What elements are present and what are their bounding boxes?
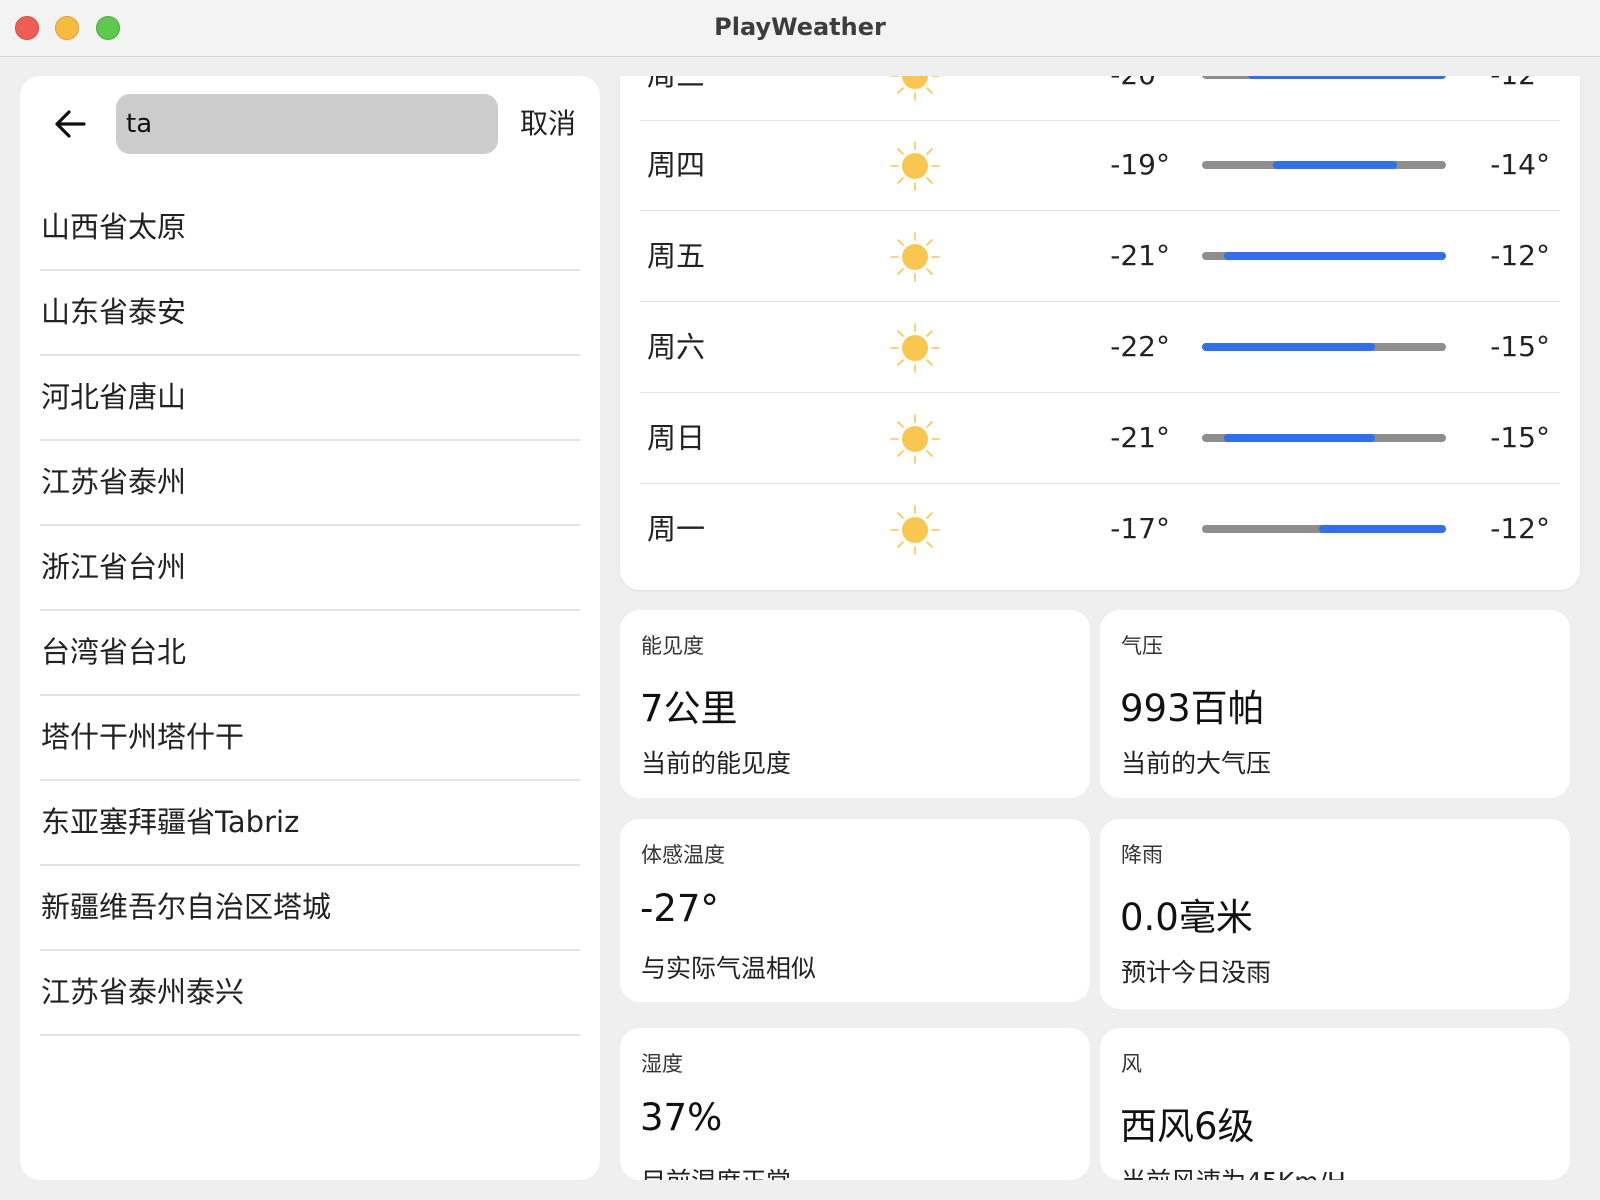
tile-value: -27° <box>640 887 719 930</box>
tile-description: 当前风速为45Km/H <box>1121 1162 1346 1180</box>
daily-forecast-card[interactable]: 周三 -20° -12° 周四 -19° -14° 周五 -21° -12° 周… <box>620 76 1580 590</box>
day-name: 周一 <box>647 512 706 546</box>
forecast-row: 周三 -20° -12° <box>640 76 1560 121</box>
tile-value: 0.0毫米 <box>1120 896 1253 939</box>
city-search-panel: 取消 山西省太原 山东省泰安 河北省唐山 江苏省泰州 浙江省台州 台湾省台北 塔… <box>20 76 600 1180</box>
tile-value: 993百帕 <box>1120 687 1265 730</box>
day-name: 周四 <box>647 148 706 182</box>
temp-range-bar <box>1202 525 1446 533</box>
low-temp: -17° <box>1110 512 1170 545</box>
day-name: 周日 <box>647 421 706 455</box>
sun-icon <box>890 76 940 101</box>
temp-range-fill <box>1223 434 1376 442</box>
low-temp: -22° <box>1110 330 1170 363</box>
app-window: PlayWeather 取消 山西省太原 山东省泰安 河北省唐山 江苏省泰州 浙… <box>0 0 1600 1200</box>
tile-label: 湿度 <box>641 1052 683 1076</box>
cancel-button[interactable]: 取消 <box>520 98 576 150</box>
search-result-item[interactable]: 河北省唐山 <box>40 356 580 441</box>
day-name: 周六 <box>647 330 706 364</box>
search-result-item[interactable]: 塔什干州塔什干 <box>40 696 580 781</box>
window-title: PlayWeather <box>714 13 886 41</box>
pressure-tile: 气压 993百帕 当前的大气压 <box>1100 610 1570 798</box>
search-result-item[interactable]: 新疆维吾尔自治区塔城 <box>40 866 580 951</box>
tile-value: 西风6级 <box>1120 1105 1255 1148</box>
tile-label: 能见度 <box>641 634 704 658</box>
tile-description: 当前的能见度 <box>641 749 792 778</box>
tile-label: 风 <box>1121 1052 1142 1076</box>
tile-value: 7公里 <box>640 687 738 730</box>
temp-range-bar <box>1202 343 1446 351</box>
forecast-row: 周四 -19° -14° <box>640 120 1560 211</box>
high-temp: -15° <box>1490 421 1550 454</box>
day-name: 周五 <box>647 239 706 273</box>
temp-range-fill <box>1272 161 1398 169</box>
temp-range-bar <box>1202 252 1446 260</box>
forecast-row: 周六 -22° -15° <box>640 302 1560 393</box>
temp-range-fill <box>1319 525 1446 533</box>
tile-label: 降雨 <box>1121 843 1163 867</box>
temp-range-bar <box>1202 161 1446 169</box>
back-button[interactable] <box>46 100 94 148</box>
temp-range-fill <box>1223 252 1446 260</box>
low-temp: -20° <box>1110 76 1170 120</box>
low-temp: -21° <box>1110 421 1170 454</box>
sun-icon <box>890 232 940 282</box>
forecast-row: 周日 -21° -15° <box>640 393 1560 484</box>
forecast-row: 周五 -21° -12° <box>640 211 1560 302</box>
search-result-item[interactable]: 江苏省泰州 <box>40 441 580 526</box>
search-result-item[interactable]: 东亚塞拜疆省Tabriz <box>40 781 580 866</box>
forecast-row: 周一 -17° -12° <box>640 484 1560 574</box>
temp-range-bar <box>1202 434 1446 442</box>
sun-icon <box>890 505 940 555</box>
temp-range-fill <box>1202 343 1376 351</box>
temp-range-fill <box>1248 76 1446 79</box>
tile-value: 37% <box>640 1096 723 1139</box>
search-result-item[interactable]: 台湾省台北 <box>40 611 580 696</box>
search-result-item[interactable]: 浙江省台州 <box>40 526 580 611</box>
arrow-left-icon <box>55 110 86 138</box>
sun-icon <box>890 323 940 373</box>
search-result-item[interactable]: 山西省太原 <box>40 186 580 271</box>
sun-icon <box>890 141 940 191</box>
search-input[interactable] <box>116 94 498 154</box>
search-result-item[interactable]: 江苏省泰州泰兴 <box>40 951 580 1036</box>
humidity-tile: 湿度 37% 目前湿度正常 <box>620 1028 1090 1180</box>
day-name: 周三 <box>647 76 705 120</box>
low-temp: -21° <box>1110 239 1170 272</box>
high-temp: -12° <box>1490 76 1550 120</box>
wind-tile: 风 西风6级 当前风速为45Km/H <box>1100 1028 1570 1180</box>
tile-description: 预计今日没雨 <box>1121 958 1272 987</box>
rain-tile: 降雨 0.0毫米 预计今日没雨 <box>1100 819 1570 1009</box>
high-temp: -12° <box>1490 512 1550 545</box>
feels-like-tile: 体感温度 -27° 与实际气温相似 <box>620 819 1090 1002</box>
tile-description: 当前的大气压 <box>1121 749 1272 778</box>
high-temp: -12° <box>1490 239 1550 272</box>
tile-label: 气压 <box>1121 634 1163 658</box>
tile-label: 体感温度 <box>641 843 725 867</box>
tile-description: 与实际气温相似 <box>641 954 817 983</box>
low-temp: -19° <box>1110 148 1170 181</box>
search-results-list: 山西省太原 山东省泰安 河北省唐山 江苏省泰州 浙江省台州 台湾省台北 塔什干州… <box>40 186 580 1036</box>
sun-icon <box>890 414 940 464</box>
title-bar: PlayWeather <box>0 0 1600 57</box>
high-temp: -15° <box>1490 330 1550 363</box>
temp-range-bar <box>1202 76 1446 79</box>
high-temp: -14° <box>1490 148 1550 181</box>
search-result-item[interactable]: 山东省泰安 <box>40 271 580 356</box>
tile-description: 目前湿度正常 <box>641 1162 791 1180</box>
visibility-tile: 能见度 7公里 当前的能见度 <box>620 610 1090 798</box>
